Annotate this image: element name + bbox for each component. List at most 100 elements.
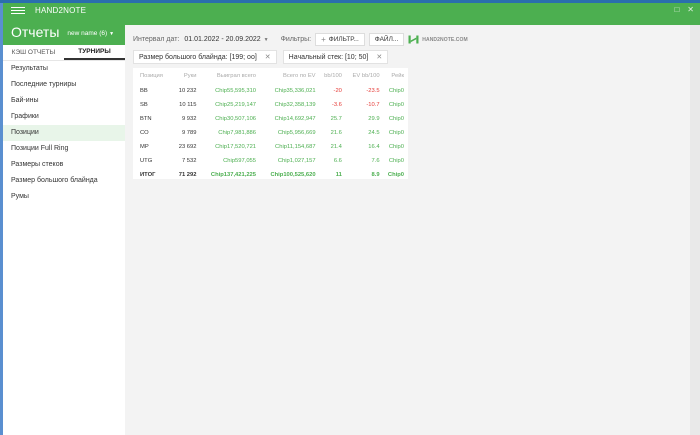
- cell-ev-total: Chip32,358,139: [274, 102, 316, 108]
- filter-chip-label: Начальный стек: [10; 50]: [288, 53, 369, 61]
- table-total-row: ИТОГ 71 292 Chip137,421,225 Chip100,525,…: [133, 168, 408, 182]
- main-panel: Интервал дат: 01.01.2022 - 20.09.2022 ▼ …: [125, 25, 690, 435]
- tab-tournaments[interactable]: ТУРНИРЫ: [64, 45, 125, 60]
- cell-ev-bb100: 29.9: [368, 116, 380, 122]
- cell-hands: 10 115: [179, 102, 197, 108]
- cell-ev-total: Chip5,956,669: [277, 130, 316, 136]
- table-row[interactable]: BB 10 232 Chip55,595,310 Chip35,336,021 …: [133, 84, 408, 98]
- hand2note-logo-text: HAND2NOTE.COM: [422, 36, 468, 43]
- sidebar-item-graphs[interactable]: Графики: [3, 109, 125, 125]
- cell-bb100: 21.6: [330, 130, 342, 136]
- hamburger-menu-icon[interactable]: [10, 5, 26, 17]
- table-row[interactable]: CO 9 789 Chip7,981,886 Chip5,956,669 21.…: [133, 126, 408, 140]
- filter-chip-big-blind[interactable]: Размер большого блайнда: [199; oo] ✕: [133, 50, 277, 64]
- cell-rake: Chip0: [388, 102, 404, 108]
- cell-hands: 9 932: [181, 116, 197, 122]
- column-header[interactable]: Всего по EV: [260, 68, 320, 84]
- cell-ev-bb100: 24.5: [368, 130, 380, 136]
- cell-rake: Chip0: [388, 116, 404, 122]
- close-icon[interactable]: ✕: [376, 53, 382, 61]
- cell-won: Chip55,595,310: [215, 88, 257, 94]
- cell-position: SB: [140, 102, 148, 108]
- filter-chip-start-stack[interactable]: Начальный стек: [10; 50] ✕: [282, 50, 389, 64]
- file-button[interactable]: ФАЙЛ...: [368, 33, 405, 46]
- cell-position: BB: [140, 88, 148, 94]
- cell-position: BTN: [140, 116, 152, 122]
- column-header[interactable]: Рейк: [384, 68, 408, 84]
- cell-position: CO: [140, 130, 149, 136]
- page-title: Отчеты: [11, 23, 60, 40]
- cell-ev-total: Chip14,692,947: [274, 116, 316, 122]
- cell-won: Chip30,507,106: [215, 116, 257, 122]
- cell-bb100: 21.4: [330, 144, 342, 150]
- sidebar-item-positions[interactable]: Позиции: [3, 125, 125, 141]
- cell-ev-total: Chip1,027,157: [277, 158, 316, 164]
- sidebar-tabs: КЭШ ОТЧЕТЫ ТУРНИРЫ: [3, 45, 125, 61]
- cell-rake: Chip0: [388, 88, 404, 94]
- sidebar-item-recent-tournaments[interactable]: Последние турниры: [3, 77, 125, 93]
- cell-hands: 9 789: [181, 130, 197, 136]
- report-selector[interactable]: new name (6) ▼: [67, 30, 114, 37]
- date-range-value[interactable]: 01.01.2022 - 20.09.2022: [184, 36, 260, 43]
- cell-total-label: ИТОГ: [140, 172, 156, 178]
- table-row[interactable]: BTN 9 932 Chip30,507,106 Chip14,692,947 …: [133, 112, 408, 126]
- date-range-label: Интервал дат:: [133, 36, 180, 43]
- sidebar-item-results[interactable]: Результаты: [3, 61, 125, 77]
- chevron-down-icon: ▼: [109, 31, 115, 37]
- report-name-label: new name (6): [67, 30, 108, 37]
- table-row[interactable]: MP 23 692 Chip17,520,721 Chip11,154,687 …: [133, 140, 408, 154]
- close-icon[interactable]: ✕: [265, 53, 271, 61]
- cell-rake: Chip0: [387, 172, 404, 178]
- close-icon[interactable]: ✕: [687, 5, 694, 14]
- cell-ev-total: Chip11,154,687: [275, 144, 316, 150]
- sidebar-item-rooms[interactable]: Румы: [3, 189, 125, 205]
- column-header[interactable]: Позиция: [133, 68, 174, 84]
- cell-won: Chip597,055: [223, 158, 257, 164]
- page-header: Отчеты new name (6) ▼: [3, 18, 125, 45]
- active-filters: Размер большого блайнда: [199; oo] ✕ Нач…: [133, 50, 389, 64]
- cell-ev-bb100: 16.4: [368, 144, 380, 150]
- app-name: HAND2NOTE: [35, 6, 87, 15]
- window-controls: □ ✕: [674, 5, 694, 14]
- header-band: [125, 18, 700, 25]
- column-header[interactable]: bb/100: [320, 68, 346, 84]
- hand2note-logo[interactable]: HAND2NOTE.COM: [408, 35, 468, 44]
- cell-bb100: 25.7: [330, 116, 342, 122]
- cell-bb100: 6.6: [333, 158, 342, 164]
- filter-chip-label: Размер большого блайнда: [199; oo]: [139, 53, 257, 61]
- cell-hands: 10 232: [178, 88, 197, 94]
- sidebar: КЭШ ОТЧЕТЫ ТУРНИРЫ Результаты Последние …: [3, 45, 125, 435]
- cell-ev-bb100: 8.9: [371, 172, 380, 178]
- cell-rake: Chip0: [388, 130, 404, 136]
- table-row[interactable]: UTG 7 532 Chip597,055 Chip1,027,157 6.6 …: [133, 154, 408, 168]
- positions-table: Позиция Руки Выиграл всего Всего по EV b…: [133, 68, 408, 182]
- tab-cash-reports[interactable]: КЭШ ОТЧЕТЫ: [3, 45, 64, 60]
- cell-position: UTG: [140, 158, 153, 164]
- cell-bb100: 11: [335, 172, 342, 178]
- cell-ev-bb100: -23.5: [366, 88, 380, 94]
- sidebar-item-buyins[interactable]: Бай-ины: [3, 93, 125, 109]
- cell-won: Chip17,520,721: [215, 144, 257, 150]
- filters-label: Фильтры:: [280, 36, 312, 43]
- table-header-row: Позиция Руки Выиграл всего Всего по EV b…: [133, 68, 408, 84]
- column-header[interactable]: Руки: [174, 68, 200, 84]
- cell-won: Chip25,219,147: [215, 102, 257, 108]
- chevron-down-icon[interactable]: ▼: [264, 37, 269, 43]
- table-row[interactable]: SB 10 115 Chip25,219,147 Chip32,358,139 …: [133, 98, 408, 112]
- cell-ev-bb100: 7.6: [371, 158, 380, 164]
- sidebar-item-big-blind-size[interactable]: Размер большого блайнда: [3, 173, 125, 189]
- column-header[interactable]: EV bb/100: [346, 68, 384, 84]
- add-filter-button[interactable]: + ФИЛЬТР...: [315, 33, 365, 46]
- cell-hands: 7 532: [181, 158, 197, 164]
- sidebar-item-stack-sizes[interactable]: Размеры стеков: [3, 157, 125, 173]
- cell-position: MP: [140, 144, 149, 150]
- positions-table-card: Позиция Руки Выиграл всего Всего по EV b…: [133, 68, 408, 179]
- sidebar-item-positions-full-ring[interactable]: Позиции Full Ring: [3, 141, 125, 157]
- restore-icon[interactable]: □: [674, 5, 679, 14]
- cell-rake: Chip0: [388, 158, 404, 164]
- column-header[interactable]: Выиграл всего: [200, 68, 260, 84]
- hand2note-logo-icon: [408, 35, 419, 44]
- file-button-label: ФАЙЛ...: [374, 36, 399, 43]
- cell-won: Chip137,421,225: [210, 172, 257, 178]
- add-filter-label: ФИЛЬТР...: [328, 36, 359, 43]
